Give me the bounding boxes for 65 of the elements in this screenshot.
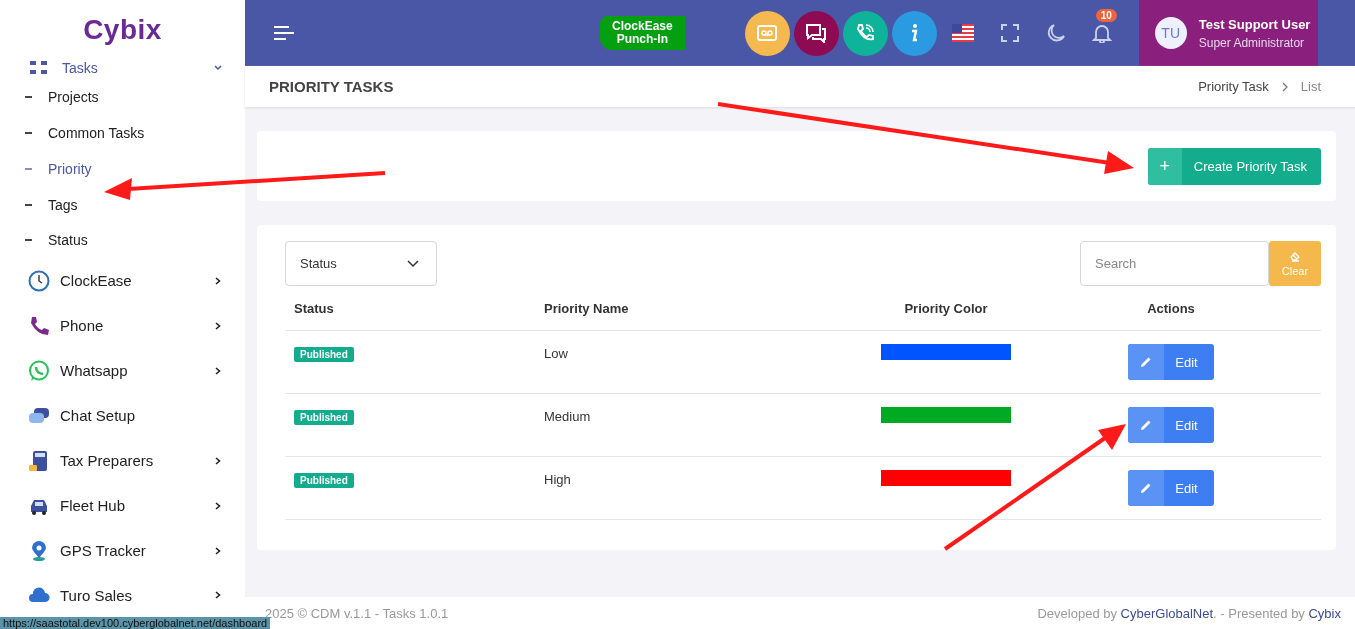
fullscreen-icon[interactable]	[1000, 24, 1019, 42]
pencil-icon	[1140, 419, 1153, 431]
sidebar-item[interactable]: Fleet Hub	[0, 483, 245, 529]
submenu-item[interactable]: Tags	[0, 186, 245, 223]
sidebar-item[interactable]: Tax Preparers	[0, 438, 245, 484]
phone-icon	[28, 314, 50, 337]
status-badge: Published	[294, 473, 354, 488]
table-cell: High	[544, 471, 571, 487]
notification-badge: 10	[1095, 9, 1117, 22]
column-header: Actions	[1146, 300, 1196, 316]
user-avatar: TU	[1154, 17, 1187, 49]
status-badge: Published	[294, 347, 354, 362]
submenu-item[interactable]: Priority	[0, 150, 245, 187]
column-header: Priority Color	[903, 300, 989, 316]
footer-credit: Developed by CyberGlobalNet. - Presented by Cybix	[1037, 606, 1341, 621]
edit-button[interactable]: Edit	[1128, 407, 1214, 443]
sidebar-item[interactable]: Chat Setup	[0, 393, 245, 439]
bell-icon[interactable]	[1091, 23, 1112, 43]
voicemail-icon	[757, 25, 778, 41]
table-cell: Medium	[544, 408, 591, 424]
info-icon	[909, 23, 920, 43]
chat-button[interactable]	[793, 10, 839, 56]
chevron-down-icon	[407, 259, 419, 268]
edit-button[interactable]: Edit	[1128, 344, 1214, 380]
status-dropdown[interactable]: Status	[285, 241, 437, 286]
sidebar-item[interactable]: GPS Tracker	[0, 528, 245, 574]
whatsapp-icon	[28, 359, 50, 382]
flag-icon[interactable]	[951, 24, 974, 42]
page-title: PRIORITY TASKS	[269, 78, 394, 95]
submenu-item[interactable]: Projects	[0, 79, 245, 116]
sidebar-item[interactable]: Turo Sales	[0, 573, 245, 617]
info-button[interactable]	[891, 10, 937, 56]
calculator-icon	[28, 449, 50, 472]
table-cell: Low	[544, 345, 568, 361]
pencil-icon	[1140, 356, 1153, 368]
sidebar-item[interactable]: Phone	[0, 303, 245, 349]
chat-icon	[28, 406, 50, 425]
clock-icon	[28, 269, 50, 292]
breadcrumb-current: List	[1300, 79, 1321, 94]
menu-icon[interactable]	[274, 26, 294, 40]
sidebar-item[interactable]: ClockEase	[0, 258, 245, 304]
phone-icon	[855, 23, 876, 43]
pencil-icon	[1140, 482, 1153, 494]
edit-button[interactable]: Edit	[1128, 470, 1214, 506]
voicemail-button[interactable]	[744, 10, 790, 56]
chevron-icon	[1280, 81, 1289, 92]
search-field[interactable]: Search	[1080, 241, 1269, 286]
submenu-item[interactable]: Status	[0, 222, 245, 259]
phone-button[interactable]	[842, 10, 888, 56]
moon-icon[interactable]	[1045, 23, 1066, 43]
user-name: Test Support User	[1198, 16, 1311, 32]
eraser-icon	[1289, 250, 1301, 262]
chat-icon	[805, 23, 828, 43]
grid-icon	[30, 60, 48, 75]
breadcrumb-link[interactable]: Priority Task	[1198, 79, 1269, 94]
user-role: Super Administrator	[1198, 35, 1306, 50]
footer-link[interactable]: Cybix	[1308, 606, 1341, 621]
submenu-item[interactable]: Common Tasks	[0, 115, 245, 151]
column-header: Priority Name	[543, 300, 630, 316]
status-badge: Published	[294, 410, 354, 425]
user-menu[interactable]: TU Test Support User Super Administrator	[1138, 0, 1318, 66]
column-header: Status	[293, 300, 335, 316]
cloud-icon	[28, 586, 50, 605]
status-url: https://saastotal.dev100.cyberglobalnet.net/dashboard	[0, 617, 271, 629]
sidebar-item[interactable]: Whatsapp	[0, 348, 245, 394]
